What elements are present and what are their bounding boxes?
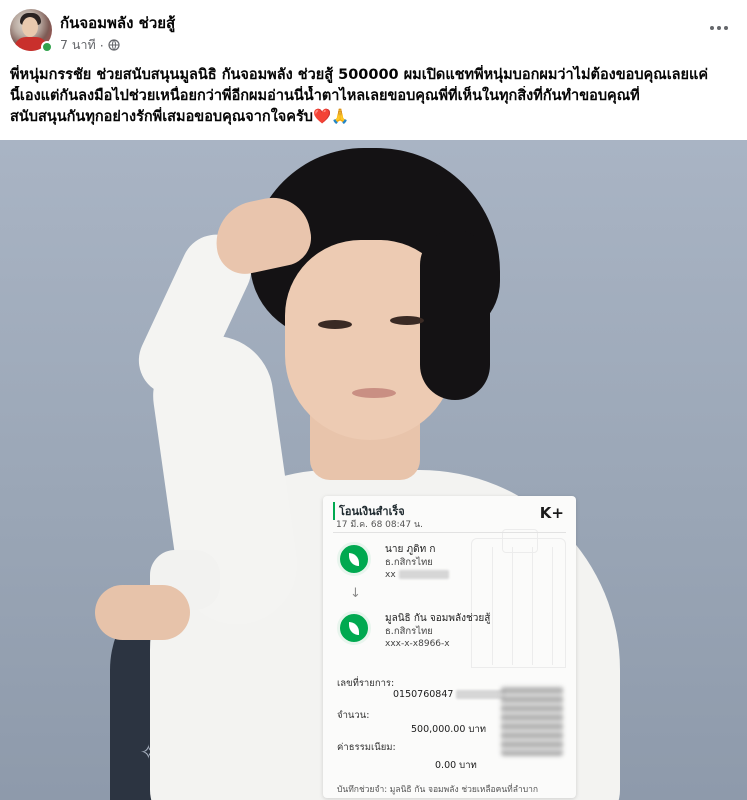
meta-separator: · bbox=[99, 37, 104, 53]
fee-label: ค่าธรรมเนียม: bbox=[337, 742, 396, 753]
arrow-down-icon: ↓ bbox=[350, 586, 361, 601]
ref-label: เลขที่รายการ: bbox=[337, 678, 395, 689]
sender: นาย ภูดิท ก ธ.กสิกรไทย xx bbox=[385, 543, 449, 582]
receiver-account: xxx-x-x8966-x bbox=[385, 639, 450, 649]
online-status-icon bbox=[41, 41, 53, 53]
post-text-line: พี่หนุ่มกรรชัย ช่วยสนับสนุนมูลนิธิ กันจอ… bbox=[10, 67, 709, 83]
post-photo[interactable]: ✦ ✧ ✦ ◇ ✧ ✦ โอนเงินสำเร็จ 17 มี.ค. 68 08… bbox=[0, 140, 747, 800]
kbank-icon bbox=[337, 542, 371, 576]
post-text-line: สนับสนุนกันทุกอย่างรักพี่เสมอขอบคุณจากใจ… bbox=[10, 109, 350, 125]
sender-name: นาย ภูดิท ก bbox=[385, 544, 436, 555]
receipt-memo: บันทึกช่วยจำ: มูลนิธิ กัน จอมพลัง ช่วยเห… bbox=[337, 785, 539, 795]
globe-icon[interactable] bbox=[108, 39, 120, 51]
more-options-icon[interactable] bbox=[707, 16, 731, 40]
transfer-receipt: โอนเงินสำเร็จ 17 มี.ค. 68 08:47 น. K+ นา… bbox=[323, 496, 576, 798]
sender-bank: ธ.กสิกรไทย bbox=[385, 557, 433, 568]
kbank-icon bbox=[337, 611, 371, 645]
amount-value: 500,000.00 บาท bbox=[411, 724, 487, 735]
receiver: มูลนิธิ กัน จอมพลังช่วยสู้ ธ.กสิกรไทย xx… bbox=[385, 612, 490, 651]
post-text: พี่หนุ่มกรรชัย ช่วยสนับสนุนมูลนิธิ กันจอ… bbox=[10, 65, 740, 128]
qr-code bbox=[501, 686, 563, 756]
page-name-link[interactable]: กันจอมพลัง ช่วยสู้ bbox=[60, 11, 175, 35]
post-timestamp[interactable]: 7 นาที bbox=[60, 35, 96, 55]
amount-label: จำนวน: bbox=[337, 710, 370, 721]
post-text-line: นี้เองแต่กันลงมือไปช่วยเหนื่อยกว่าพี่อีก… bbox=[10, 88, 640, 104]
kplus-logo: K+ bbox=[539, 504, 564, 522]
receiver-name: มูลนิธิ กัน จอมพลังช่วยสู้ bbox=[385, 613, 491, 624]
fee-value: 0.00 บาท bbox=[435, 760, 477, 771]
post-meta: 7 นาที · bbox=[60, 35, 120, 55]
receiver-bank: ธ.กสิกรไทย bbox=[385, 626, 433, 637]
receipt-date: 17 มี.ค. 68 08:47 น. bbox=[336, 520, 423, 530]
ref-value: 0150760847 bbox=[393, 689, 454, 700]
sender-account: xx bbox=[385, 570, 396, 580]
post-header: กันจอมพลัง ช่วยสู้ 7 นาที · bbox=[0, 0, 747, 60]
